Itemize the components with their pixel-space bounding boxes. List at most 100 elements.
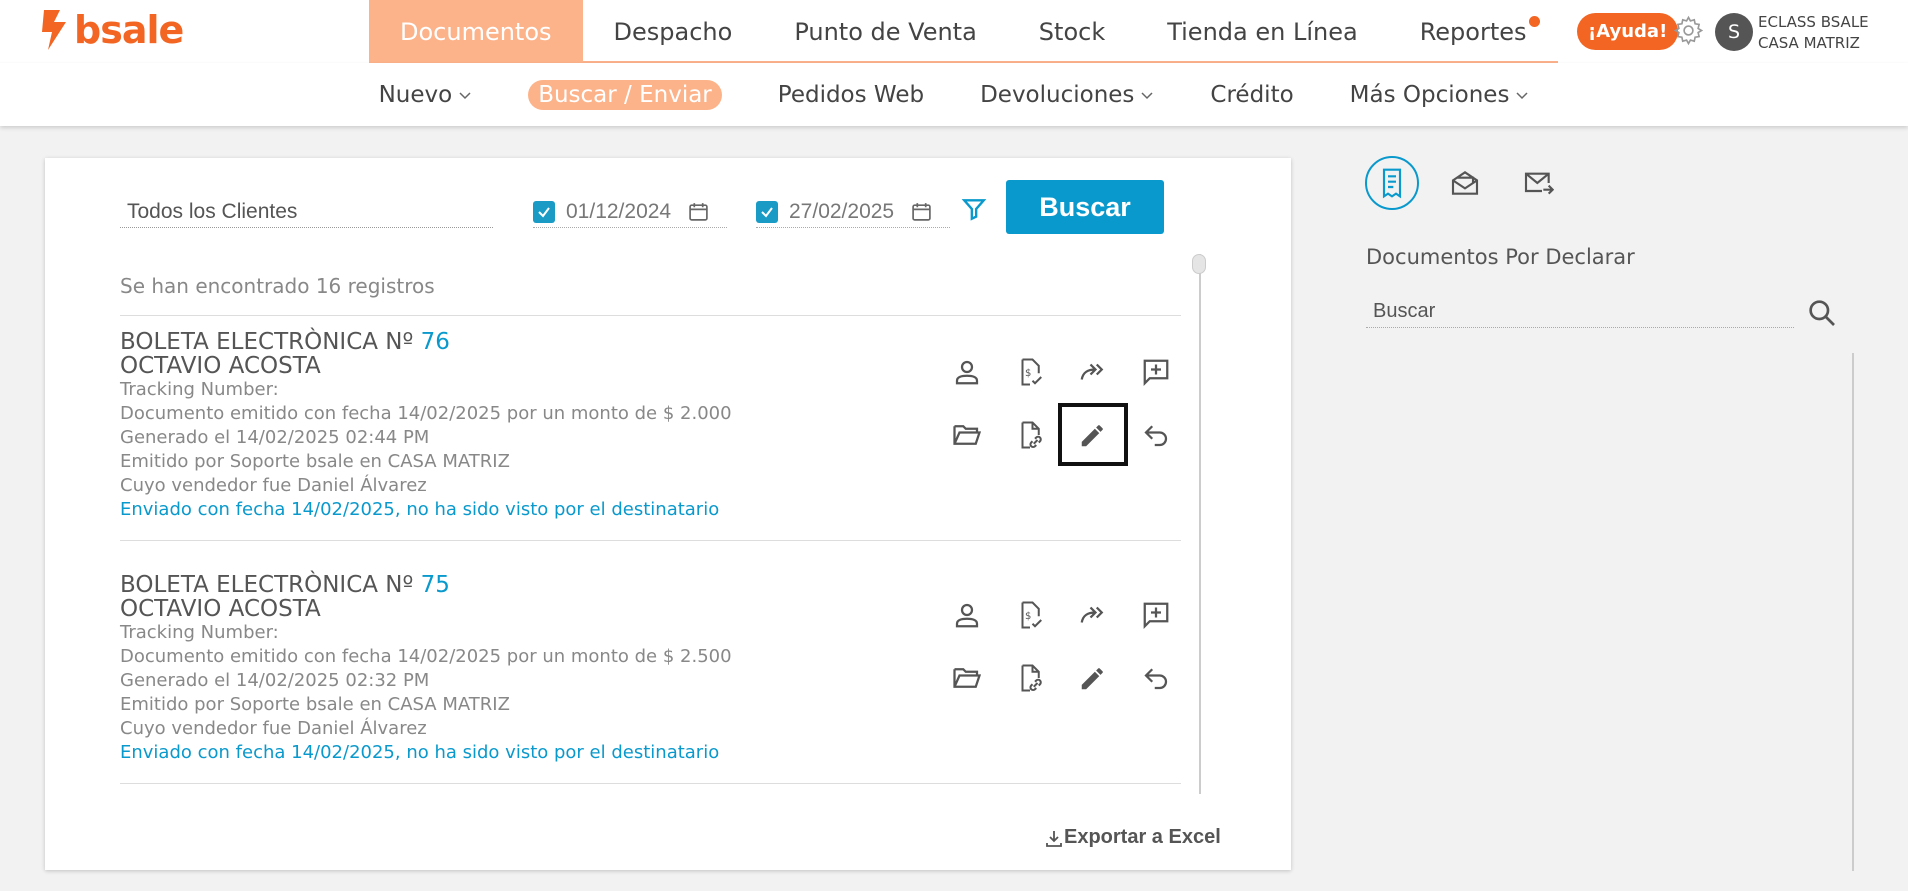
sent-status[interactable]: Enviado con fecha 14/02/2025, no ha sido… (120, 498, 1180, 522)
main-nav: Documentos Despacho Punto de Venta Stock… (369, 0, 1558, 63)
document-number: 75 (420, 572, 450, 598)
search-icon[interactable] (1806, 297, 1838, 329)
open-folder-action[interactable] (935, 403, 998, 466)
user-icon (955, 603, 978, 627)
bsale-logo-icon (42, 10, 66, 50)
subnav-label: Pedidos Web (777, 81, 925, 108)
folder-open-icon (952, 667, 981, 688)
results-count: Se han encontrado 16 registros (120, 274, 435, 298)
client-action[interactable] (935, 583, 998, 646)
scrollbar-thumb[interactable] (1192, 254, 1206, 274)
subnav-nuevo[interactable]: Nuevo (379, 82, 473, 108)
nav-label: Reportes (1419, 17, 1527, 46)
side-panel-tabs (1365, 156, 1584, 210)
subnav-label: Crédito (1210, 81, 1294, 108)
link-document-action[interactable] (998, 646, 1061, 709)
add-comment-icon (1143, 602, 1168, 629)
sent-status[interactable]: Enviado con fecha 14/02/2025, no ha sido… (120, 741, 1180, 765)
add-comment-action[interactable] (1124, 583, 1187, 646)
forward-all-icon (1080, 606, 1103, 623)
mail-open-icon (1451, 171, 1479, 195)
payment-action[interactable]: $ (998, 583, 1061, 646)
document-item: BOLETA ELECTRÒNICA Nº 75 OCTAVIO ACOSTA … (120, 573, 1180, 765)
nav-tienda-en-linea[interactable]: Tienda en Línea (1136, 0, 1388, 63)
nav-label: Punto de Venta (794, 17, 977, 46)
document-link-icon (1021, 664, 1042, 691)
download-icon (1046, 830, 1062, 847)
svg-text:$: $ (1025, 367, 1031, 378)
date-from-checkbox[interactable] (533, 200, 555, 223)
sub-navbar: Nuevo Buscar / Enviar Pedidos Web Devolu… (0, 63, 1908, 126)
logo-text: bsale (74, 8, 184, 52)
calendar-icon[interactable] (911, 201, 932, 222)
date-from-field[interactable]: 01/12/2024 (533, 196, 727, 228)
date-to-field[interactable]: 27/02/2025 (756, 196, 950, 228)
search-button[interactable]: Buscar (1006, 180, 1164, 234)
document-link-icon (1021, 421, 1042, 448)
pencil-icon (1081, 667, 1103, 689)
export-excel-link[interactable]: Exportar a Excel (1044, 826, 1221, 849)
document-item: BOLETA ELECTRÒNICA Nº 76 OCTAVIO ACOSTA … (120, 330, 1180, 522)
subnav-buscar-enviar[interactable]: Buscar / Enviar (528, 79, 722, 110)
subnav-label: Nuevo (378, 81, 453, 108)
date-to-checkbox[interactable] (756, 200, 778, 223)
add-comment-action[interactable] (1124, 340, 1187, 403)
results-scrollbar[interactable] (1199, 254, 1201, 794)
nav-despacho[interactable]: Despacho (583, 0, 764, 63)
edit-action[interactable] (1058, 403, 1128, 466)
divider (120, 540, 1181, 541)
side-search-input[interactable]: Buscar (1366, 296, 1794, 328)
chevron-down-icon (1141, 91, 1153, 99)
svg-text:$: $ (1025, 610, 1031, 621)
subnav-label: Devoluciones (980, 81, 1135, 108)
avatar[interactable]: S (1715, 13, 1753, 51)
top-navbar: bsale Documentos Despacho Punto de Venta… (0, 0, 1908, 63)
company-name: ECLASS BSALE (1758, 13, 1869, 31)
document-actions: $ (935, 340, 1187, 466)
search-results-card: Todos los Clientes 01/12/2024 27/02/2025… (45, 158, 1291, 870)
open-folder-action[interactable] (935, 646, 998, 709)
document-type: BOLETA ELECTRÒNICA Nº (120, 329, 421, 355)
nav-reportes[interactable]: Reportes (1389, 0, 1558, 63)
subnav-pedidos-web[interactable]: Pedidos Web (778, 82, 924, 108)
subnav-credito[interactable]: Crédito (1210, 82, 1293, 108)
link-document-action[interactable] (998, 403, 1061, 466)
side-scrollbar[interactable] (1852, 353, 1854, 871)
forward-action[interactable] (1061, 583, 1124, 646)
client-action[interactable] (935, 340, 998, 403)
tab-documents[interactable] (1365, 156, 1419, 210)
bsale-logo[interactable]: bsale (38, 8, 184, 52)
forward-action[interactable] (1061, 340, 1124, 403)
tab-send-mail[interactable] (1511, 156, 1565, 210)
nav-documentos[interactable]: Documentos (369, 0, 583, 63)
payment-action[interactable]: $ (998, 340, 1061, 403)
company-info[interactable]: ECLASS BSALE CASA MATRIZ (1758, 12, 1869, 54)
return-action[interactable] (1124, 646, 1187, 709)
client-filter-input[interactable]: Todos los Clientes (120, 196, 493, 228)
seller-info: Cuyo vendedor fue Daniel Álvarez (120, 475, 427, 496)
gear-icon[interactable] (1672, 14, 1705, 47)
date-from-value: 01/12/2024 (566, 199, 672, 223)
return-action[interactable] (1124, 403, 1187, 466)
check-icon (538, 206, 550, 218)
document-number: 76 (420, 329, 450, 355)
edit-action[interactable] (1061, 646, 1124, 709)
export-label: Exportar a Excel (1064, 826, 1221, 848)
user-icon (955, 360, 978, 384)
document-actions: $ (935, 583, 1187, 709)
help-button[interactable]: ¡Ayuda! (1577, 13, 1679, 50)
forward-all-icon (1080, 363, 1103, 380)
filter-icon[interactable] (961, 196, 987, 222)
subnav-mas-opciones[interactable]: Más Opciones (1350, 82, 1530, 108)
subnav-devoluciones[interactable]: Devoluciones (980, 82, 1154, 108)
tab-opened-mail[interactable] (1438, 156, 1492, 210)
subnav-label: Buscar / Enviar (538, 81, 712, 108)
date-to-value: 27/02/2025 (789, 199, 895, 223)
divider (120, 783, 1181, 784)
nav-punto-de-venta[interactable]: Punto de Venta (763, 0, 1007, 63)
sub-nav: Nuevo Buscar / Enviar Pedidos Web Devolu… (0, 63, 1908, 126)
side-panel-title: Documentos Por Declarar (1366, 245, 1635, 269)
nav-stock[interactable]: Stock (1008, 0, 1136, 63)
seller-info: Cuyo vendedor fue Daniel Álvarez (120, 718, 427, 739)
calendar-icon[interactable] (688, 201, 709, 222)
